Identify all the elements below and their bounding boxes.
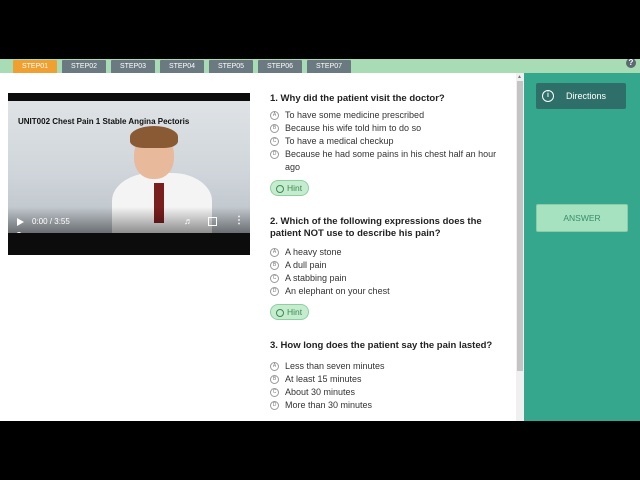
option-letter: B	[270, 261, 279, 270]
option-text: At least 15 minutes	[285, 374, 362, 384]
directions-label: Directions	[566, 91, 607, 101]
option-a[interactable]: A A heavy stone	[270, 246, 506, 259]
volume-icon[interactable]: ♬	[184, 216, 193, 226]
lightbulb-icon	[276, 309, 284, 317]
option-d[interactable]: D Because he had some pains in his chest …	[270, 148, 506, 174]
video-frame: UNIT002 Chest Pain 1 Stable Angina Pecto…	[8, 101, 250, 233]
option-c[interactable]: C About 30 minutes	[270, 386, 506, 399]
more-options-icon[interactable]: ⋮	[234, 215, 244, 226]
option-d[interactable]: D More than 30 minutes	[270, 399, 506, 412]
video-panel: UNIT002 Chest Pain 1 Stable Angina Pecto…	[0, 73, 262, 421]
option-letter: C	[270, 274, 279, 283]
step-tab-bar: STEP01 STEP02 STEP03 STEP04 STEP05 STEP0…	[0, 59, 640, 73]
option-a[interactable]: A To have some medicine prescribed	[270, 109, 506, 122]
option-b[interactable]: B Because his wife told him to do so	[270, 122, 506, 135]
option-b[interactable]: B A dull pain	[270, 259, 506, 272]
question-panel: 1. Why did the patient visit the doctor?…	[262, 73, 516, 421]
option-text: More than 30 minutes	[285, 400, 373, 410]
option-text: A stabbing pain	[285, 273, 347, 283]
option-letter: B	[270, 375, 279, 384]
question-1: 1. Why did the patient visit the doctor?…	[270, 93, 506, 196]
doctor-hair-figure	[130, 126, 178, 148]
tab-step03[interactable]: STEP03	[111, 60, 155, 73]
tab-step04[interactable]: STEP04	[160, 60, 204, 73]
option-text: To have some medicine prescribed	[285, 110, 425, 120]
video-controls: 0:00 / 3:55 ♬ ⋮	[8, 207, 250, 233]
option-text: An elephant on your chest	[285, 286, 390, 296]
progress-knob[interactable]	[16, 232, 22, 233]
option-c[interactable]: C To have a medical checkup	[270, 135, 506, 148]
hint-label: Hint	[287, 183, 303, 193]
option-letter: D	[270, 287, 279, 296]
question-3: 3. How long does the patient say the pai…	[270, 340, 506, 412]
option-b[interactable]: B At least 15 minutes	[270, 373, 506, 386]
scrollbar[interactable]: ▲	[516, 73, 524, 421]
option-text: About 30 minutes	[285, 387, 356, 397]
question-title: 1. Why did the patient visit the doctor?	[270, 93, 445, 104]
directions-button[interactable]: i Directions	[536, 83, 626, 109]
option-letter: B	[270, 124, 279, 133]
tab-step01[interactable]: STEP01	[13, 60, 57, 73]
option-text: To have a medical checkup	[285, 136, 394, 146]
option-text: Less than seven minutes	[285, 361, 385, 371]
question-2: 2. Which of the following expressions do…	[270, 216, 506, 320]
option-letter: A	[270, 248, 279, 257]
option-c[interactable]: C A stabbing pain	[270, 272, 506, 285]
sidebar: i Directions ANSWER	[524, 73, 640, 421]
app-window: STEP01 STEP02 STEP03 STEP04 STEP05 STEP0…	[0, 59, 640, 421]
lightbulb-icon	[276, 185, 284, 193]
play-icon[interactable]	[17, 218, 24, 226]
tab-step06[interactable]: STEP06	[258, 60, 302, 73]
option-text: Because he had some pains in his chest h…	[285, 149, 497, 172]
help-icon[interactable]: ?	[626, 59, 636, 68]
hint-label: Hint	[287, 307, 303, 317]
option-letter: A	[270, 362, 279, 371]
option-letter: C	[270, 388, 279, 397]
video-time: 0:00 / 3:55	[32, 217, 70, 226]
scroll-up-arrow-icon[interactable]: ▲	[517, 74, 522, 80]
option-text: A heavy stone	[285, 247, 342, 257]
fullscreen-icon[interactable]	[208, 217, 217, 226]
option-text: A dull pain	[285, 260, 327, 270]
hint-button[interactable]: Hint	[270, 304, 310, 320]
option-text: Because his wife told him to do so	[285, 123, 422, 133]
question-title: 2. Which of the following expressions do…	[270, 216, 482, 239]
option-letter: A	[270, 111, 279, 120]
tab-step02[interactable]: STEP02	[62, 60, 106, 73]
option-d[interactable]: D An elephant on your chest	[270, 285, 506, 298]
option-letter: D	[270, 401, 279, 410]
scroll-thumb[interactable]	[517, 81, 523, 371]
tab-step05[interactable]: STEP05	[209, 60, 253, 73]
question-title: 3. How long does the patient say the pai…	[270, 340, 493, 351]
tab-step07[interactable]: STEP07	[307, 60, 351, 73]
option-letter: D	[270, 150, 279, 159]
video-title: UNIT002 Chest Pain 1 Stable Angina Pecto…	[18, 117, 190, 126]
info-icon: i	[542, 90, 554, 102]
hint-button[interactable]: Hint	[270, 180, 310, 196]
answer-button[interactable]: ANSWER	[536, 204, 628, 232]
video-player[interactable]: UNIT002 Chest Pain 1 Stable Angina Pecto…	[8, 93, 250, 255]
option-a[interactable]: A Less than seven minutes	[270, 360, 506, 373]
option-letter: C	[270, 137, 279, 146]
